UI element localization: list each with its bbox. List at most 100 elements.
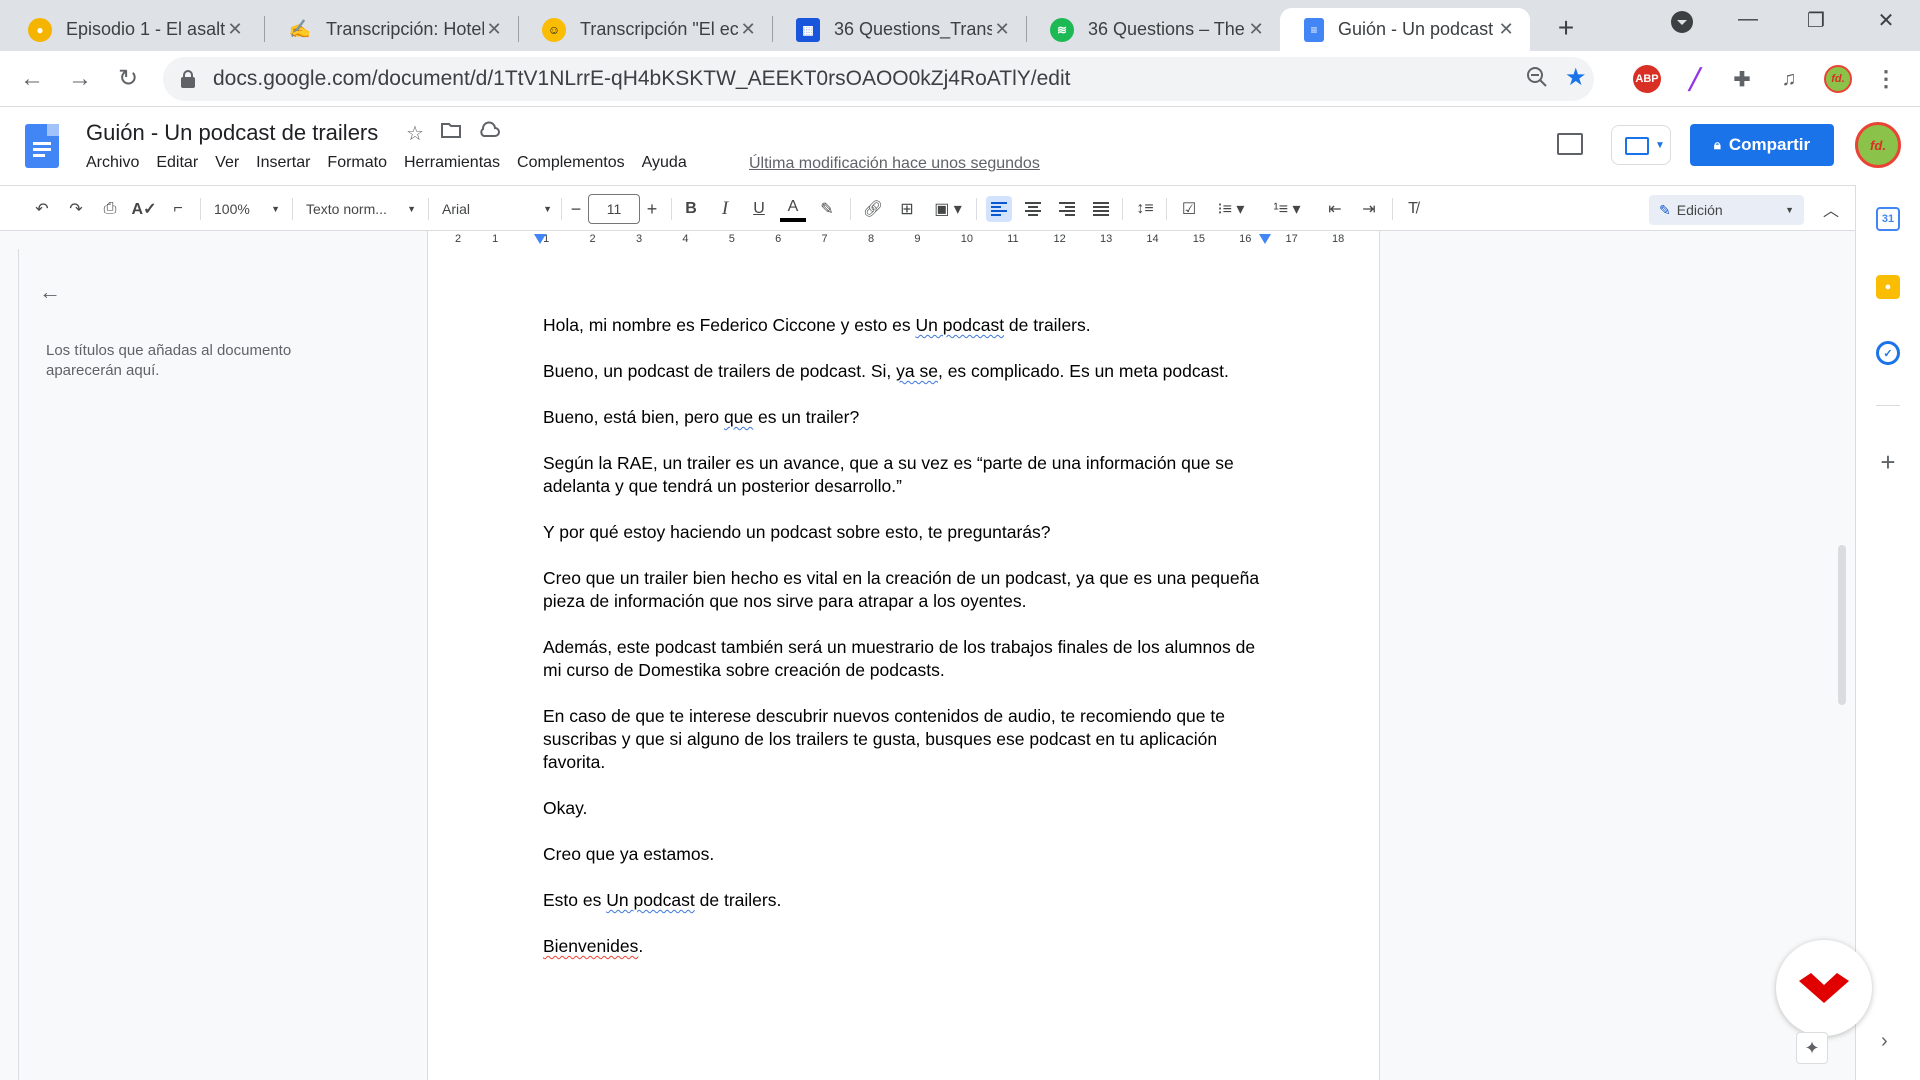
- align-center-icon[interactable]: [1020, 196, 1046, 222]
- insert-link-icon[interactable]: 🔗︎: [860, 196, 886, 222]
- document-paragraph[interactable]: Según la RAE, un trailer es un avance, q…: [543, 452, 1263, 498]
- zoom-select[interactable]: 100% ▼: [214, 196, 280, 222]
- calendar-icon[interactable]: 31: [1876, 207, 1900, 231]
- document-body[interactable]: Hola, mi nombre es Federico Ciccone y es…: [543, 314, 1263, 981]
- decrease-indent-icon[interactable]: ⇤: [1322, 196, 1348, 222]
- bold-icon[interactable]: B: [678, 196, 704, 222]
- document-paragraph[interactable]: Bienvenides.: [543, 935, 1263, 958]
- menu-editar[interactable]: Editar: [156, 154, 198, 172]
- present-button[interactable]: ▼: [1611, 125, 1671, 165]
- last-edit-link[interactable]: Última modificación hace unos segundos: [749, 155, 1040, 173]
- omnibox[interactable]: docs.google.com/document/d/1TtV1NLrrE-qH…: [163, 57, 1594, 101]
- editing-mode-select[interactable]: ✎ Edición ▼: [1649, 195, 1804, 225]
- document-paragraph[interactable]: Bueno, está bien, pero que es un trailer…: [543, 406, 1263, 429]
- adblock-icon[interactable]: ABP: [1633, 65, 1661, 93]
- document-paragraph[interactable]: Okay.: [543, 797, 1263, 820]
- minimize-icon[interactable]: —: [1728, 8, 1768, 31]
- browser-tab-4[interactable]: ▦ 36 Questions_Transcri ✕: [772, 8, 1026, 51]
- font-size-input[interactable]: 11: [588, 194, 640, 224]
- text-color-icon[interactable]: A: [780, 196, 806, 222]
- vertical-scrollbar[interactable]: [1838, 545, 1846, 705]
- menu-complementos[interactable]: Complementos: [517, 154, 625, 172]
- align-justify-icon[interactable]: [1088, 196, 1114, 222]
- close-icon[interactable]: ✕: [1246, 19, 1266, 40]
- pen-extension-icon[interactable]: ╱: [1681, 65, 1709, 93]
- italic-icon[interactable]: I: [712, 196, 738, 222]
- show-side-panel-chevron-icon[interactable]: ›: [1881, 1030, 1888, 1053]
- star-icon[interactable]: ☆: [406, 121, 424, 146]
- keep-icon[interactable]: ●: [1876, 275, 1900, 299]
- close-window-icon[interactable]: ✕: [1866, 8, 1906, 33]
- close-icon[interactable]: ✕: [1496, 19, 1516, 40]
- browser-tab-1[interactable]: ● Episodio 1 - El asalto ✕: [4, 8, 259, 51]
- insert-comment-icon[interactable]: ⊞: [894, 196, 920, 222]
- close-icon[interactable]: ✕: [484, 19, 504, 40]
- document-paragraph[interactable]: Bueno, un podcast de trailers de podcast…: [543, 360, 1263, 383]
- align-right-icon[interactable]: [1054, 196, 1080, 222]
- close-outline-arrow-icon[interactable]: ←: [39, 279, 61, 305]
- close-icon[interactable]: ✕: [992, 19, 1012, 40]
- document-paragraph[interactable]: Hola, mi nombre es Federico Ciccone y es…: [543, 314, 1263, 337]
- explore-icon[interactable]: ✦: [1796, 1032, 1828, 1064]
- back-icon[interactable]: ←: [16, 63, 48, 95]
- browser-tab-5[interactable]: ≋ 36 Questions – The ✕: [1026, 8, 1280, 51]
- paint-format-icon[interactable]: ⌐: [164, 196, 192, 222]
- menu-insertar[interactable]: Insertar: [256, 154, 310, 172]
- decrease-font-size-icon[interactable]: −: [564, 196, 588, 222]
- browser-menu-icon[interactable]: ⋮: [1872, 65, 1900, 93]
- share-button[interactable]: 🔒︎ Compartir: [1690, 124, 1834, 166]
- clear-formatting-icon[interactable]: T̸: [1400, 196, 1426, 222]
- redo-icon[interactable]: ↷: [62, 196, 90, 222]
- insert-image-icon[interactable]: ▣ ▾: [928, 196, 968, 222]
- increase-font-size-icon[interactable]: +: [640, 196, 664, 222]
- underline-icon[interactable]: U: [746, 196, 772, 222]
- close-icon[interactable]: ✕: [225, 19, 245, 40]
- menu-archivo[interactable]: Archivo: [86, 154, 139, 172]
- document-paragraph[interactable]: En caso de que te interese descubrir nue…: [543, 705, 1263, 774]
- font-family-select[interactable]: Arial ▼: [442, 196, 552, 222]
- comment-history-icon[interactable]: [1557, 133, 1583, 155]
- document-paragraph[interactable]: Y por qué estoy haciendo un podcast sobr…: [543, 521, 1263, 544]
- zoom-icon[interactable]: [1526, 66, 1548, 94]
- menu-herramientas[interactable]: Herramientas: [404, 154, 500, 172]
- puzzle-extensions-icon[interactable]: ✚: [1728, 65, 1756, 93]
- profile-avatar[interactable]: fd.: [1824, 65, 1852, 93]
- browser-tab-2[interactable]: ✍ Transcripción: Hotel ✕: [264, 8, 518, 51]
- align-left-icon[interactable]: [986, 196, 1012, 222]
- cloud-saved-icon[interactable]: [478, 121, 500, 145]
- restore-icon[interactable]: ❐: [1796, 8, 1836, 33]
- checklist-icon[interactable]: ☑: [1176, 196, 1202, 222]
- document-page[interactable]: Hola, mi nombre es Federico Ciccone y es…: [427, 249, 1380, 1080]
- numbered-list-icon[interactable]: ¹≡ ▾: [1266, 196, 1308, 222]
- document-paragraph[interactable]: Creo que un trailer bien hecho es vital …: [543, 567, 1263, 613]
- new-tab-button[interactable]: +: [1550, 12, 1582, 44]
- menu-ver[interactable]: Ver: [215, 154, 239, 172]
- add-addon-plus-icon[interactable]: +: [1876, 447, 1900, 478]
- domestika-logo-button[interactable]: [1776, 940, 1872, 1036]
- browser-tab-3[interactable]: ☺ Transcripción "El eco ✕: [518, 8, 772, 51]
- browser-tab-6-active[interactable]: ≡ Guión - Un podcast ✕: [1280, 8, 1530, 51]
- menu-formato[interactable]: Formato: [327, 154, 387, 172]
- print-icon[interactable]: ⎙: [96, 196, 124, 222]
- google-docs-logo-icon[interactable]: [25, 124, 59, 168]
- account-avatar[interactable]: fd.: [1855, 122, 1901, 168]
- move-folder-icon[interactable]: [441, 121, 461, 145]
- document-paragraph[interactable]: Esto es Un podcast de trailers.: [543, 889, 1263, 912]
- menu-ayuda[interactable]: Ayuda: [642, 154, 687, 172]
- increase-indent-icon[interactable]: ⇥: [1356, 196, 1382, 222]
- undo-icon[interactable]: ↶: [28, 196, 56, 222]
- close-icon[interactable]: ✕: [738, 19, 758, 40]
- paragraph-style-select[interactable]: Texto norm... ▼: [306, 196, 416, 222]
- hide-menus-chevron-up-icon[interactable]: ︿: [1818, 196, 1844, 222]
- bulleted-list-icon[interactable]: ⁝≡ ▾: [1210, 196, 1252, 222]
- tasks-icon[interactable]: ✓: [1876, 341, 1900, 365]
- spellcheck-icon[interactable]: A✓: [130, 196, 158, 222]
- document-title[interactable]: Guión - Un podcast de trailers: [86, 120, 378, 146]
- highlight-color-icon[interactable]: ✎: [814, 196, 840, 222]
- reload-icon[interactable]: ↻: [112, 63, 144, 95]
- url-text[interactable]: docs.google.com/document/d/1TtV1NLrrE-qH…: [213, 67, 1070, 91]
- document-paragraph[interactable]: Creo que ya estamos.: [543, 843, 1263, 866]
- media-control-icon[interactable]: ♫: [1775, 65, 1803, 93]
- tab-search-icon[interactable]: [1662, 10, 1702, 40]
- bookmark-star-icon[interactable]: ★: [1565, 63, 1587, 92]
